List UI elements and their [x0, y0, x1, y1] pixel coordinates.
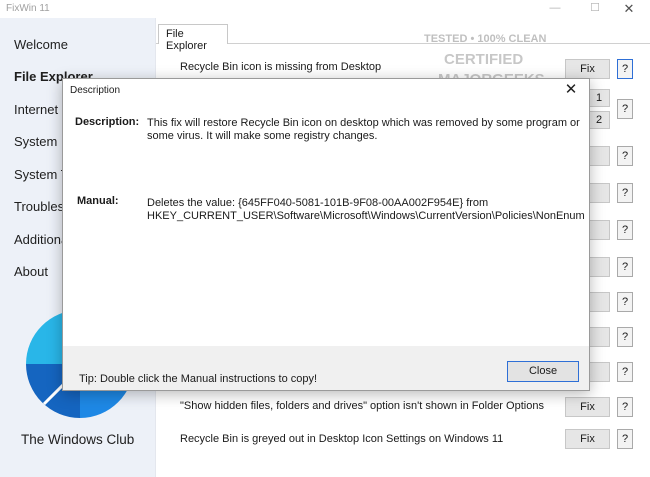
- minimize-button[interactable]: —: [540, 0, 570, 18]
- help-button[interactable]: ?: [617, 99, 633, 119]
- description-text-line1: This fix will restore Recycle Bin icon o…: [147, 117, 580, 129]
- description-text-line2: some virus. It will make some registry c…: [147, 130, 378, 142]
- help-button[interactable]: ?: [617, 292, 633, 312]
- number-button[interactable]: 2: [588, 111, 610, 129]
- number-button[interactable]: 1: [588, 89, 610, 107]
- help-button[interactable]: ?: [617, 429, 633, 449]
- description-dialog: Description ✕ Description: This fix will…: [62, 78, 590, 391]
- tab-file-explorer[interactable]: File Explorer: [158, 24, 228, 52]
- help-button[interactable]: ?: [617, 183, 633, 203]
- sidebar-item-system-fixes[interactable]: System F: [14, 134, 69, 149]
- fix-button[interactable]: Fix: [565, 397, 610, 417]
- window-title: FixWin 11: [6, 3, 50, 14]
- brand-name: The Windows Club: [21, 432, 135, 447]
- dialog-title: Description: [70, 85, 121, 96]
- description-label: Description:: [75, 116, 140, 128]
- fix-button[interactable]: Fix: [565, 59, 610, 79]
- sidebar-item-system-tools[interactable]: System T: [14, 167, 69, 182]
- dialog-title-bar: Description ✕: [63, 79, 589, 101]
- fix-row-text: Recycle Bin icon is missing from Desktop: [180, 61, 382, 73]
- tip-text: Tip: Double click the Manual instruction…: [79, 373, 318, 385]
- manual-text-line1[interactable]: Deletes the value: {645FF040-5081-101B-9…: [147, 196, 488, 210]
- help-button[interactable]: ?: [617, 397, 633, 417]
- sidebar-item-welcome[interactable]: Welcome: [14, 37, 68, 52]
- manual-label: Manual:: [77, 195, 119, 207]
- manual-text-line2[interactable]: HKEY_CURRENT_USER\Software\Microsoft\Win…: [147, 209, 585, 223]
- fix-row-text: Recycle Bin is greyed out in Desktop Ico…: [180, 433, 504, 445]
- sidebar-item-additional-fixes[interactable]: Additiona: [14, 232, 68, 247]
- help-button[interactable]: ?: [617, 257, 633, 277]
- fix-button[interactable]: Fix: [565, 429, 610, 449]
- title-bar: FixWin 11 — ☐ ✕: [0, 0, 650, 18]
- help-button[interactable]: ?: [617, 146, 633, 166]
- maximize-button[interactable]: ☐: [580, 0, 610, 18]
- help-button[interactable]: ?: [617, 220, 633, 240]
- help-button[interactable]: ?: [617, 362, 633, 382]
- close-button[interactable]: Close: [507, 361, 579, 382]
- help-button[interactable]: ?: [617, 327, 633, 347]
- fix-row-text: "Show hidden files, folders and drives" …: [180, 400, 544, 412]
- help-button[interactable]: ?: [617, 59, 633, 79]
- window-close-button[interactable]: ✕: [614, 0, 644, 18]
- dialog-close-icon[interactable]: ✕: [560, 80, 582, 100]
- sidebar-item-about[interactable]: About: [14, 264, 48, 279]
